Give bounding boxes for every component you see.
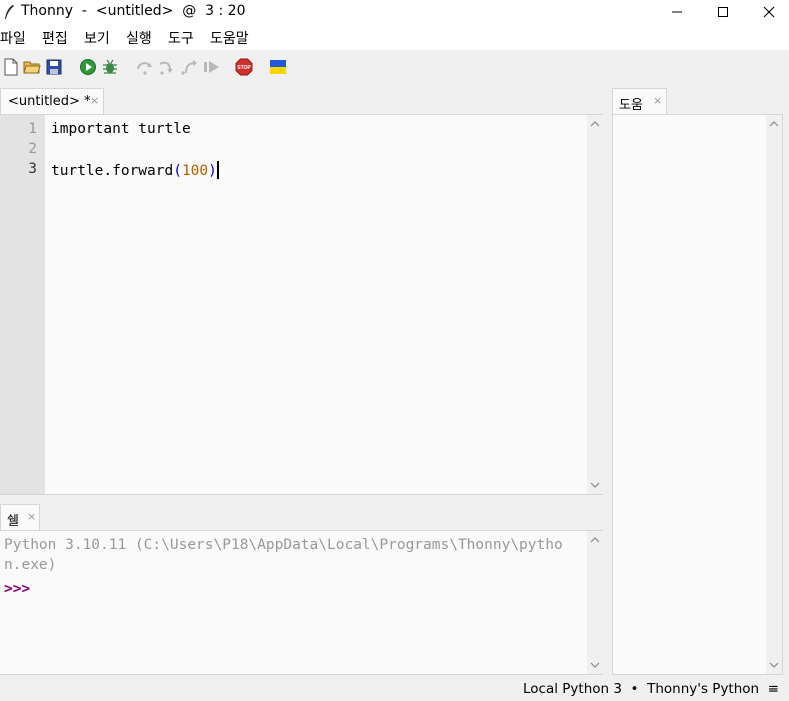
help-panel: [612, 114, 783, 675]
scroll-up-icon[interactable]: [590, 535, 600, 545]
close-tab-icon[interactable]: ×: [90, 94, 99, 107]
tab-untitled[interactable]: <untitled> * ×: [0, 88, 104, 114]
text-caret: [216, 161, 219, 179]
save-icon[interactable]: [45, 58, 63, 76]
line-number: 3: [28, 161, 37, 177]
step-out-icon[interactable]: [181, 58, 199, 76]
scroll-down-icon[interactable]: [590, 660, 600, 670]
scroll-up-icon[interactable]: [590, 119, 600, 129]
shell-prompt: >>>: [4, 581, 31, 597]
ukraine-flag-icon[interactable]: [269, 58, 287, 76]
code-paren-open: (: [173, 163, 182, 179]
minimize-icon: [672, 11, 682, 13]
close-tab-icon[interactable]: ×: [27, 510, 36, 523]
menu-help[interactable]: 도움말: [210, 28, 249, 48]
menu-tools[interactable]: 도구: [168, 28, 194, 48]
toolbar: STOP: [0, 50, 789, 86]
new-file-icon[interactable]: [2, 58, 20, 76]
scroll-down-icon[interactable]: [769, 660, 779, 670]
scroll-down-icon[interactable]: [590, 480, 600, 490]
menu-file[interactable]: 파일: [0, 28, 26, 48]
code-paren-close: ): [208, 163, 217, 179]
line-number: 1: [28, 121, 37, 137]
tab-label: 도움: [619, 98, 643, 113]
maximize-icon: [718, 7, 728, 17]
minimize-button[interactable]: [654, 0, 700, 24]
step-over-icon[interactable]: [136, 58, 154, 76]
stop-label: STOP: [237, 65, 251, 71]
menu-view[interactable]: 보기: [84, 28, 110, 48]
shell-scrollbar[interactable]: [587, 531, 603, 674]
close-button[interactable]: [746, 0, 789, 24]
tab-label: <untitled> *: [8, 94, 91, 109]
shell-output-line: Python 3.10.11 (C:\Users\P18\AppData\Loc…: [4, 537, 563, 553]
resume-icon[interactable]: [203, 58, 221, 76]
menu-run[interactable]: 실행: [126, 28, 152, 48]
line-number: 2: [28, 141, 37, 157]
stop-icon[interactable]: STOP: [235, 58, 253, 76]
tab-shell[interactable]: 쉘 ×: [0, 504, 40, 530]
status-bar: Local Python 3 • Thonny's Python ≡: [0, 678, 789, 701]
tab-help[interactable]: 도움 ×: [612, 88, 667, 114]
code-line: turtle.forward(100): [51, 161, 219, 179]
window-title: Thonny - <untitled> @ 3 : 20: [21, 3, 246, 19]
tab-label: 쉘: [7, 514, 19, 529]
shell-output-line: n.exe): [4, 557, 57, 573]
debug-bug-icon[interactable]: [101, 58, 119, 76]
feather-pen-icon: [5, 5, 14, 19]
line-number-gutter: 1 2 3: [0, 115, 45, 494]
editor-scrollbar[interactable]: [587, 115, 603, 494]
code-editor[interactable]: 1 2 3 important turtle turtle.forward(10…: [0, 114, 603, 495]
maximize-button[interactable]: [700, 0, 746, 24]
title-bar: Thonny - <untitled> @ 3 : 20: [0, 0, 789, 24]
close-icon: [763, 6, 775, 18]
code-number: 100: [181, 163, 209, 179]
help-scrollbar[interactable]: [766, 115, 782, 674]
step-into-icon[interactable]: [158, 58, 176, 76]
scroll-up-icon[interactable]: [769, 119, 779, 129]
run-icon[interactable]: [79, 58, 97, 76]
code-identifier: turtle.forward: [51, 163, 174, 179]
open-folder-icon[interactable]: [23, 58, 41, 76]
menu-bar: 파일 편집 보기 실행 도구 도움말: [0, 24, 789, 50]
interpreter-status[interactable]: Local Python 3 • Thonny's Python ≡: [523, 681, 779, 697]
menu-edit[interactable]: 편집: [42, 28, 68, 48]
code-line: important turtle: [51, 121, 191, 137]
shell-console[interactable]: Python 3.10.11 (C:\Users\P18\AppData\Loc…: [0, 530, 603, 675]
close-tab-icon[interactable]: ×: [653, 94, 662, 107]
